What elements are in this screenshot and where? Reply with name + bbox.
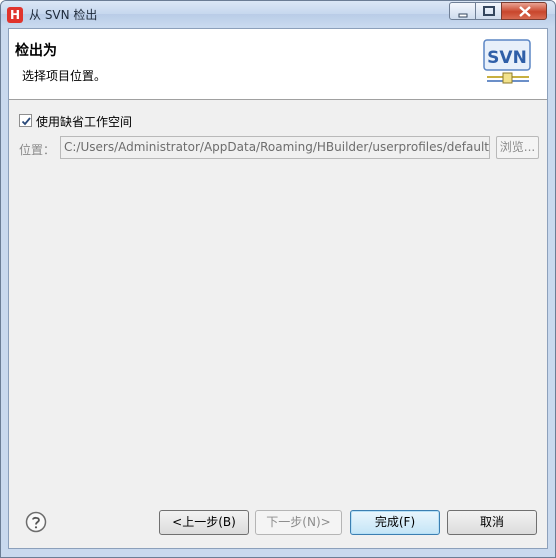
checkmark-icon <box>21 117 31 126</box>
dialog-window: H 从 SVN 检出 检出为 选择项目位置。 SVN 使用缺省工作空间 位置： … <box>0 0 556 558</box>
wizard-header: 检出为 选择项目位置。 SVN <box>9 29 547 100</box>
location-input: C:/Users/Administrator/AppData/Roaming/H… <box>60 136 490 159</box>
help-icon[interactable] <box>25 511 47 533</box>
close-icon <box>519 6 531 17</box>
use-default-workspace-checkbox[interactable] <box>19 114 32 127</box>
maximize-icon <box>483 6 495 16</box>
title-bar[interactable]: H 从 SVN 检出 <box>1 1 555 27</box>
use-default-workspace-label[interactable]: 使用缺省工作空间 <box>36 113 132 130</box>
page-description: 选择项目位置。 <box>22 69 107 83</box>
svn-logo-icon: SVN <box>483 39 531 84</box>
minimize-icon <box>458 13 468 18</box>
cancel-button[interactable]: 取消 <box>447 510 537 535</box>
page-title: 检出为 <box>15 43 57 59</box>
svn-logo-text: SVN <box>487 48 527 68</box>
window-title: 从 SVN 检出 <box>29 8 98 22</box>
app-icon: H <box>7 7 23 23</box>
maximize-button[interactable] <box>475 2 502 20</box>
location-label: 位置： <box>19 143 56 157</box>
back-button[interactable]: <上一步(B) <box>159 510 249 535</box>
minimize-button[interactable] <box>449 2 476 20</box>
finish-button[interactable]: 完成(F) <box>350 510 440 535</box>
next-button: 下一步(N)> <box>255 510 342 535</box>
dialog-body: 检出为 选择项目位置。 SVN 使用缺省工作空间 位置： C:/Users/Ad… <box>8 28 548 549</box>
browse-button: 浏览... <box>496 136 539 159</box>
close-button[interactable] <box>501 2 547 20</box>
